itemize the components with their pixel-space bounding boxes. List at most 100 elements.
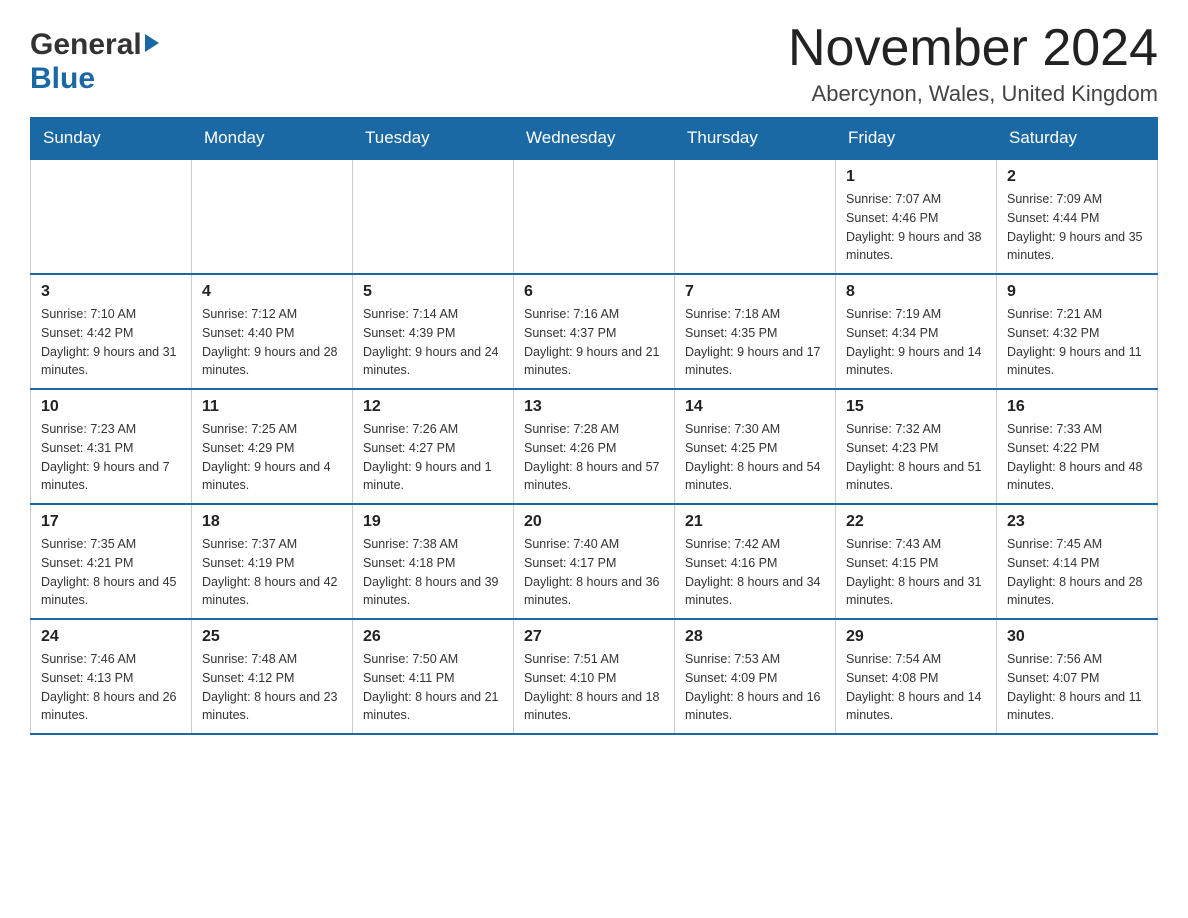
day-number: 21	[685, 513, 825, 531]
day-number: 3	[41, 283, 181, 301]
calendar-cell: 7 Sunrise: 7:18 AM Sunset: 4:35 PM Daylig…	[675, 274, 836, 389]
day-number: 16	[1007, 398, 1147, 416]
day-number: 13	[524, 398, 664, 416]
calendar-cell	[514, 159, 675, 274]
calendar-cell: 14 Sunrise: 7:30 AM Sunset: 4:25 PM Dayli…	[675, 389, 836, 504]
day-info: Sunrise: 7:21 AM Sunset: 4:32 PM Dayligh…	[1007, 305, 1147, 380]
day-info: Sunrise: 7:14 AM Sunset: 4:39 PM Dayligh…	[363, 305, 503, 380]
day-info: Sunrise: 7:23 AM Sunset: 4:31 PM Dayligh…	[41, 420, 181, 495]
day-number: 11	[202, 398, 342, 416]
day-info: Sunrise: 7:40 AM Sunset: 4:17 PM Dayligh…	[524, 535, 664, 610]
day-number: 29	[846, 628, 986, 646]
day-info: Sunrise: 7:46 AM Sunset: 4:13 PM Dayligh…	[41, 650, 181, 725]
day-number: 10	[41, 398, 181, 416]
calendar-cell: 2 Sunrise: 7:09 AM Sunset: 4:44 PM Daylig…	[997, 159, 1158, 274]
day-info: Sunrise: 7:25 AM Sunset: 4:29 PM Dayligh…	[202, 420, 342, 495]
calendar-header-row: SundayMondayTuesdayWednesdayThursdayFrid…	[31, 118, 1158, 160]
month-title: November 2024	[788, 20, 1158, 77]
calendar-header-wednesday: Wednesday	[514, 118, 675, 160]
calendar-week-row: 17Sunrise: 7:35 AM Sunset: 4:21 PM Dayli…	[31, 504, 1158, 619]
day-info: Sunrise: 7:28 AM Sunset: 4:26 PM Dayligh…	[524, 420, 664, 495]
day-number: 27	[524, 628, 664, 646]
calendar-cell: 30 Sunrise: 7:56 AM Sunset: 4:07 PM Dayli…	[997, 619, 1158, 734]
calendar-cell: 29 Sunrise: 7:54 AM Sunset: 4:08 PM Dayli…	[836, 619, 997, 734]
calendar-table: SundayMondayTuesdayWednesdayThursdayFrid…	[30, 117, 1158, 735]
calendar-cell: 24 Sunrise: 7:46 AM Sunset: 4:13 PM Dayli…	[31, 619, 192, 734]
day-number: 24	[41, 628, 181, 646]
calendar-cell: 28Sunrise: 7:53 AM Sunset: 4:09 PM Dayli…	[675, 619, 836, 734]
day-info: Sunrise: 7:38 AM Sunset: 4:18 PM Dayligh…	[363, 535, 503, 610]
day-info: Sunrise: 7:32 AM Sunset: 4:23 PM Dayligh…	[846, 420, 986, 495]
day-info: Sunrise: 7:56 AM Sunset: 4:07 PM Dayligh…	[1007, 650, 1147, 725]
day-number: 23	[1007, 513, 1147, 531]
day-info: Sunrise: 7:48 AM Sunset: 4:12 PM Dayligh…	[202, 650, 342, 725]
day-info: Sunrise: 7:51 AM Sunset: 4:10 PM Dayligh…	[524, 650, 664, 725]
day-number: 4	[202, 283, 342, 301]
calendar-cell: 10 Sunrise: 7:23 AM Sunset: 4:31 PM Dayli…	[31, 389, 192, 504]
calendar-cell	[192, 159, 353, 274]
calendar-cell: 6 Sunrise: 7:16 AM Sunset: 4:37 PM Daylig…	[514, 274, 675, 389]
calendar-week-row: 24 Sunrise: 7:46 AM Sunset: 4:13 PM Dayli…	[31, 619, 1158, 734]
day-info: Sunrise: 7:45 AM Sunset: 4:14 PM Dayligh…	[1007, 535, 1147, 610]
logo-general-text: General	[30, 28, 142, 62]
day-number: 5	[363, 283, 503, 301]
calendar-header-sunday: Sunday	[31, 118, 192, 160]
day-info: Sunrise: 7:54 AM Sunset: 4:08 PM Dayligh…	[846, 650, 986, 725]
day-number: 20	[524, 513, 664, 531]
calendar-cell: 22Sunrise: 7:43 AM Sunset: 4:15 PM Dayli…	[836, 504, 997, 619]
location-subtitle: Abercynon, Wales, United Kingdom	[788, 81, 1158, 107]
day-info: Sunrise: 7:18 AM Sunset: 4:35 PM Dayligh…	[685, 305, 825, 380]
day-info: Sunrise: 7:19 AM Sunset: 4:34 PM Dayligh…	[846, 305, 986, 380]
day-number: 15	[846, 398, 986, 416]
day-info: Sunrise: 7:53 AM Sunset: 4:09 PM Dayligh…	[685, 650, 825, 725]
day-number: 6	[524, 283, 664, 301]
calendar-header-saturday: Saturday	[997, 118, 1158, 160]
calendar-cell	[353, 159, 514, 274]
calendar-header-tuesday: Tuesday	[353, 118, 514, 160]
calendar-week-row: 10 Sunrise: 7:23 AM Sunset: 4:31 PM Dayli…	[31, 389, 1158, 504]
calendar-cell: 5 Sunrise: 7:14 AM Sunset: 4:39 PM Daylig…	[353, 274, 514, 389]
day-number: 1	[846, 168, 986, 186]
logo-blue-text: Blue	[30, 62, 95, 96]
logo: General Blue	[30, 28, 159, 96]
calendar-cell: 3 Sunrise: 7:10 AM Sunset: 4:42 PM Daylig…	[31, 274, 192, 389]
calendar-cell	[675, 159, 836, 274]
day-info: Sunrise: 7:37 AM Sunset: 4:19 PM Dayligh…	[202, 535, 342, 610]
day-info: Sunrise: 7:12 AM Sunset: 4:40 PM Dayligh…	[202, 305, 342, 380]
day-number: 19	[363, 513, 503, 531]
calendar-week-row: 1Sunrise: 7:07 AM Sunset: 4:46 PM Daylig…	[31, 159, 1158, 274]
calendar-cell: 9 Sunrise: 7:21 AM Sunset: 4:32 PM Daylig…	[997, 274, 1158, 389]
calendar-cell: 19 Sunrise: 7:38 AM Sunset: 4:18 PM Dayli…	[353, 504, 514, 619]
day-number: 30	[1007, 628, 1147, 646]
day-number: 26	[363, 628, 503, 646]
calendar-header-monday: Monday	[192, 118, 353, 160]
calendar-header-friday: Friday	[836, 118, 997, 160]
calendar-cell: 13 Sunrise: 7:28 AM Sunset: 4:26 PM Dayli…	[514, 389, 675, 504]
day-info: Sunrise: 7:16 AM Sunset: 4:37 PM Dayligh…	[524, 305, 664, 380]
calendar-cell: 15 Sunrise: 7:32 AM Sunset: 4:23 PM Dayli…	[836, 389, 997, 504]
day-number: 25	[202, 628, 342, 646]
day-info: Sunrise: 7:10 AM Sunset: 4:42 PM Dayligh…	[41, 305, 181, 380]
calendar-cell: 12Sunrise: 7:26 AM Sunset: 4:27 PM Dayli…	[353, 389, 514, 504]
calendar-cell: 16Sunrise: 7:33 AM Sunset: 4:22 PM Dayli…	[997, 389, 1158, 504]
logo-triangle-icon	[145, 34, 159, 52]
day-number: 9	[1007, 283, 1147, 301]
calendar-cell: 27 Sunrise: 7:51 AM Sunset: 4:10 PM Dayli…	[514, 619, 675, 734]
calendar-cell: 17Sunrise: 7:35 AM Sunset: 4:21 PM Dayli…	[31, 504, 192, 619]
calendar-cell: 4 Sunrise: 7:12 AM Sunset: 4:40 PM Daylig…	[192, 274, 353, 389]
calendar-cell: 21 Sunrise: 7:42 AM Sunset: 4:16 PM Dayli…	[675, 504, 836, 619]
day-info: Sunrise: 7:50 AM Sunset: 4:11 PM Dayligh…	[363, 650, 503, 725]
day-number: 14	[685, 398, 825, 416]
day-number: 12	[363, 398, 503, 416]
day-number: 18	[202, 513, 342, 531]
day-info: Sunrise: 7:35 AM Sunset: 4:21 PM Dayligh…	[41, 535, 181, 610]
day-number: 22	[846, 513, 986, 531]
day-info: Sunrise: 7:42 AM Sunset: 4:16 PM Dayligh…	[685, 535, 825, 610]
day-number: 2	[1007, 168, 1147, 186]
calendar-week-row: 3 Sunrise: 7:10 AM Sunset: 4:42 PM Daylig…	[31, 274, 1158, 389]
day-number: 8	[846, 283, 986, 301]
day-info: Sunrise: 7:09 AM Sunset: 4:44 PM Dayligh…	[1007, 190, 1147, 265]
page-header: General Blue November 2024 Abercynon, Wa…	[30, 20, 1158, 107]
day-number: 7	[685, 283, 825, 301]
day-info: Sunrise: 7:30 AM Sunset: 4:25 PM Dayligh…	[685, 420, 825, 495]
